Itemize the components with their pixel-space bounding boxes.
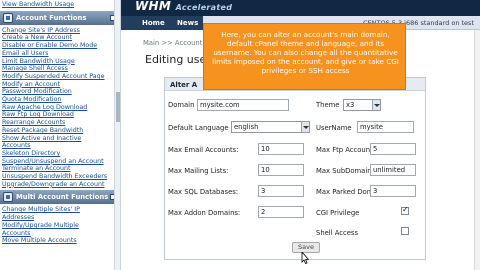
theme-label: Theme: [316, 101, 340, 109]
account-functions-item[interactable]: Email all Users: [0, 50, 120, 58]
theme-select[interactable]: x3: [343, 99, 381, 111]
dropdown-arrow-icon: [372, 100, 380, 110]
domain-label: Domain: [168, 101, 195, 109]
shell-checkbox[interactable]: [401, 227, 409, 235]
nav-home[interactable]: Home: [142, 19, 165, 27]
max-subdomains-input[interactable]: unlimited: [370, 164, 416, 176]
panel-title: Alter A: [170, 81, 198, 89]
multi-account-functions-item[interactable]: Change Multiple Sites' IP: [0, 206, 120, 214]
sidebar-link-view-bandwidth[interactable]: View Bandwidth Usage: [0, 1, 120, 9]
breadcrumb[interactable]: Main >> Account: [143, 39, 202, 47]
whm-logo: WHM Accelerated: [135, 0, 232, 13]
account-functions-item[interactable]: Modify an Account: [0, 81, 120, 89]
language-select[interactable]: english: [231, 121, 310, 133]
account-functions-item[interactable]: Change Site's IP Address: [0, 27, 120, 35]
multi-account-functions-item[interactable]: Addresses: [0, 214, 120, 222]
multi-account-functions-item[interactable]: Accounts: [0, 230, 120, 238]
section-title-account-functions: Account Functions: [16, 13, 87, 22]
theme-value: x3: [346, 101, 355, 109]
max-sql-label: Max SQL Databases:: [168, 188, 239, 196]
account-functions-item[interactable]: Raw Apache Log Download: [0, 104, 120, 112]
account-functions-item[interactable]: Disable or Enable Demo Mode: [0, 42, 120, 50]
account-functions-item[interactable]: Skeleton Directory: [0, 150, 120, 158]
max-email-input[interactable]: 10: [258, 143, 304, 155]
max-sql-input[interactable]: 3: [258, 185, 304, 197]
tooltip-text: Here, you can alter an account's main do…: [212, 30, 399, 75]
logo-main: WHM: [135, 0, 172, 13]
language-label: Default Language: [168, 124, 229, 132]
max-lists-input[interactable]: 10: [258, 164, 304, 176]
multi-account-functions-icon: [3, 192, 13, 203]
account-functions-item[interactable]: Reset Package Bandwidth: [0, 127, 120, 135]
cgi-label: CGI Privilege: [316, 209, 360, 217]
section-title-multi-account-functions: Multi Account Functions: [16, 193, 109, 202]
page-title: Editing use: [145, 53, 207, 66]
max-parked-input[interactable]: 3: [370, 185, 416, 197]
account-functions-item[interactable]: Show Active and Inactive: [0, 135, 120, 143]
help-tooltip: Here, you can alter an account's main do…: [203, 23, 406, 90]
account-functions-item[interactable]: Accounts: [0, 142, 120, 150]
nav-bar: Home News: [121, 16, 203, 30]
domain-input[interactable]: mysite.com: [197, 99, 289, 111]
logo-sub: Accelerated: [175, 3, 233, 12]
username-label: UserName: [316, 124, 352, 132]
account-functions-item[interactable]: Upgrade/Downgrade an Account: [0, 181, 120, 189]
top-header: WHM Accelerated: [121, 0, 480, 16]
multi-account-functions-item[interactable]: Move Multiple Accounts: [0, 237, 120, 245]
account-functions-item[interactable]: Suspend/Unsuspend an Account: [0, 158, 120, 166]
account-functions-item[interactable]: Create a New Account: [0, 34, 120, 42]
account-functions-item[interactable]: Manage Shell Access: [0, 65, 120, 73]
mouse-cursor-icon: [301, 252, 309, 264]
sidebar-scrollbar-thumb[interactable]: [116, 92, 120, 122]
account-functions-list: Change Site's IP Address Create a New Acc…: [0, 27, 120, 189]
account-functions-item[interactable]: Modify Suspended Account Page: [0, 73, 120, 81]
shell-label: Shell Access: [316, 229, 359, 237]
section-header-account-functions[interactable]: Account Functions: [0, 10, 120, 25]
cgi-checkbox[interactable]: [401, 205, 409, 215]
account-functions-icon: [3, 12, 13, 23]
sidebar: View Bandwidth Usage Account Functions C…: [0, 0, 121, 270]
multi-account-functions-list: Change Multiple Sites' IP Addresses Modify…: [0, 206, 120, 245]
account-functions-item[interactable]: Password Modification: [0, 88, 120, 96]
account-functions-item[interactable]: Rearrange Accounts: [0, 119, 120, 127]
account-functions-item[interactable]: Terminate an Account: [0, 165, 120, 173]
multi-account-functions-item[interactable]: Modify/Upgrade Multiple: [0, 222, 120, 230]
dropdown-arrow-icon: [301, 122, 309, 132]
max-addon-label: Max Addon Domains:: [168, 209, 241, 217]
nav-news[interactable]: News: [177, 19, 198, 27]
username-input[interactable]: mysite: [357, 121, 414, 133]
main-scrollbar[interactable]: [474, 30, 480, 270]
language-value: english: [234, 123, 259, 131]
account-functions-item[interactable]: Limit Bandwidth Usage: [0, 58, 120, 66]
max-addon-input[interactable]: 2: [258, 206, 304, 218]
account-functions-item[interactable]: Quota Modification: [0, 96, 120, 104]
account-functions-item[interactable]: Unsuspend Bandwidth Exceeders: [0, 173, 120, 181]
max-ftp-input[interactable]: 5: [370, 143, 416, 155]
max-lists-label: Max Mailing Lists:: [168, 167, 229, 175]
account-functions-item[interactable]: Raw Ftp Log Download: [0, 111, 120, 119]
max-email-label: Max Email Accounts:: [168, 146, 239, 154]
max-subdomains-label: Max SubDomains:: [316, 167, 378, 175]
sidebar-scrollbar[interactable]: [114, 0, 120, 270]
section-header-multi-account-functions[interactable]: Multi Account Functions: [0, 190, 120, 205]
